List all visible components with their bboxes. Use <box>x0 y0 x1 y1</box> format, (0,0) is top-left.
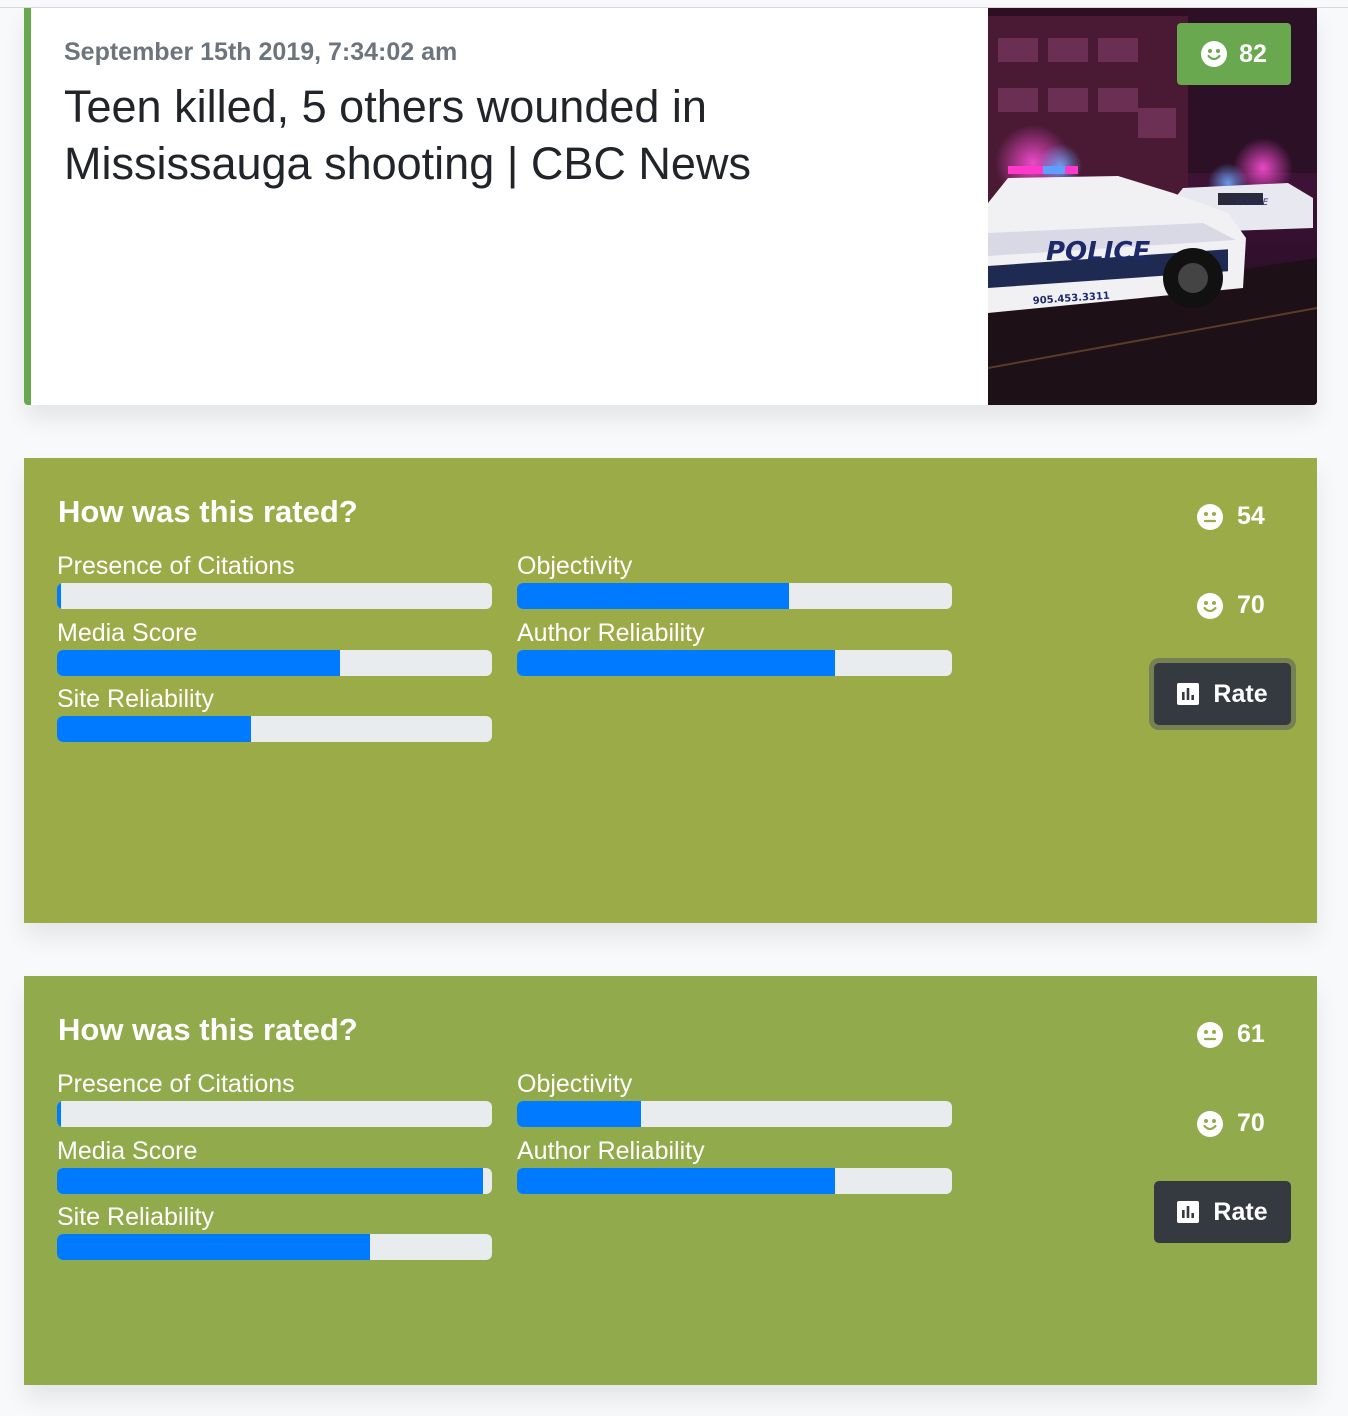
score-value: 61 <box>1237 1020 1265 1048</box>
metric-label: Site Reliability <box>57 685 215 713</box>
progress-fill <box>57 1101 62 1127</box>
score-value: 54 <box>1237 502 1265 530</box>
bar-chart-icon <box>1177 1201 1200 1223</box>
score-value: 70 <box>1237 591 1265 619</box>
metric-label: Objectivity <box>517 552 633 580</box>
metric-site-reliability: Site Reliability <box>57 683 492 742</box>
progress-bar <box>57 1101 492 1127</box>
rate-button-label: Rate <box>1213 1197 1268 1226</box>
metric-objectivity: Objectivity <box>517 550 952 609</box>
progress-bar <box>57 1234 492 1260</box>
progress-bar <box>517 1168 952 1194</box>
metric-author-reliability: Author Reliability <box>517 617 952 676</box>
metric-media-score: Media Score <box>57 617 492 676</box>
article-score-value: 82 <box>1239 39 1267 68</box>
progress-bar <box>517 1101 952 1127</box>
progress-fill <box>57 1234 371 1260</box>
score-neutral: 54 <box>1197 502 1297 531</box>
bar-chart-icon <box>1177 683 1200 705</box>
progress-bar <box>57 583 492 609</box>
rating-heading: How was this rated? <box>58 1012 358 1047</box>
metric-presence-of-citations: Presence of Citations <box>57 1068 492 1127</box>
score-smile: 70 <box>1197 591 1297 620</box>
rating-panel: How was this rated? Presence of Citation… <box>24 976 1317 1385</box>
metric-author-reliability: Author Reliability <box>517 1135 952 1194</box>
metric-label: Media Score <box>57 1137 198 1165</box>
smile-face-icon <box>1201 41 1228 67</box>
progress-bar <box>57 650 492 676</box>
metric-label: Objectivity <box>517 1070 633 1098</box>
metric-label: Site Reliability <box>57 1203 215 1231</box>
rate-button-label: Rate <box>1213 679 1268 708</box>
metric-presence-of-citations: Presence of Citations <box>57 550 492 609</box>
neutral-face-icon <box>1197 503 1223 530</box>
metric-label: Media Score <box>57 619 198 647</box>
progress-fill <box>57 716 251 742</box>
rate-button[interactable]: Rate <box>1154 1181 1291 1243</box>
neutral-face-icon <box>1197 1021 1223 1048</box>
rating-panel: How was this rated? Presence of Citation… <box>24 458 1317 923</box>
progress-fill <box>57 650 340 676</box>
progress-fill <box>517 650 835 676</box>
score-neutral: 61 <box>1197 1020 1297 1049</box>
progress-fill <box>517 1168 835 1194</box>
metric-site-reliability: Site Reliability <box>57 1201 492 1260</box>
progress-fill <box>57 1168 484 1194</box>
metric-label: Author Reliability <box>517 1137 705 1165</box>
article-card[interactable]: September 15th 2019, 7:34:02 am Teen kil… <box>24 8 1317 405</box>
smile-face-icon <box>1197 592 1223 619</box>
progress-fill <box>57 583 62 609</box>
metric-label: Author Reliability <box>517 619 705 647</box>
svg-text:POLICE: POLICE <box>1046 237 1150 267</box>
article-title[interactable]: Teen killed, 5 others wounded in Mississ… <box>64 78 904 192</box>
progress-fill <box>517 1101 641 1127</box>
progress-bar <box>57 716 492 742</box>
metric-label: Presence of Citations <box>57 552 295 580</box>
metric-label: Presence of Citations <box>57 1070 295 1098</box>
score-value: 70 <box>1237 1109 1265 1137</box>
svg-text:POLICE: POLICE <box>1236 198 1268 208</box>
score-smile: 70 <box>1197 1109 1297 1138</box>
smile-face-icon <box>1197 1110 1223 1137</box>
metric-objectivity: Objectivity <box>517 1068 952 1127</box>
rating-heading: How was this rated? <box>58 494 358 529</box>
progress-bar <box>517 583 952 609</box>
metric-media-score: Media Score <box>57 1135 492 1194</box>
progress-fill <box>517 583 789 609</box>
progress-bar <box>57 1168 492 1194</box>
rate-button[interactable]: Rate <box>1154 663 1291 725</box>
article-score-badge[interactable]: 82 <box>1177 23 1291 85</box>
article-date: September 15th 2019, 7:34:02 am <box>64 38 458 66</box>
progress-bar <box>517 650 952 676</box>
